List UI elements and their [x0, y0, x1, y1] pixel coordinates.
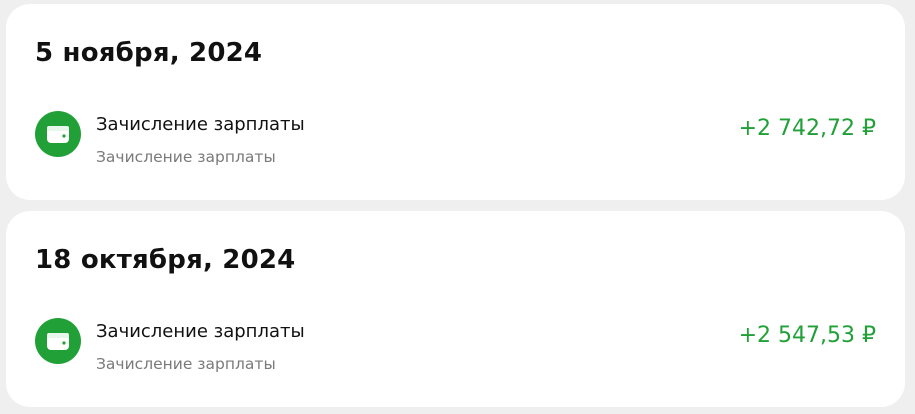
group-date-heading: 5 ноября, 2024: [35, 38, 263, 68]
transaction-subtitle: Зачисление зарплаты: [96, 148, 276, 166]
transaction-subtitle: Зачисление зарплаты: [96, 355, 276, 373]
transaction-amount: +2 742,72 ₽: [738, 116, 876, 141]
transaction-group-card: 18 октября, 2024 Зачисление зарплаты Зач…: [6, 211, 905, 407]
group-date-heading: 18 октября, 2024: [35, 245, 296, 275]
transaction-row[interactable]: Зачисление зарплаты Зачисление зарплаты …: [35, 111, 876, 171]
wallet-icon: [35, 318, 81, 364]
transaction-title: Зачисление зарплаты: [96, 321, 305, 342]
transaction-row[interactable]: Зачисление зарплаты Зачисление зарплаты …: [35, 318, 876, 378]
transaction-title: Зачисление зарплаты: [96, 114, 305, 135]
wallet-icon: [35, 111, 81, 157]
transaction-amount: +2 547,53 ₽: [738, 323, 876, 348]
transaction-group-card: 5 ноября, 2024 Зачисление зарплаты Зачис…: [6, 4, 905, 200]
